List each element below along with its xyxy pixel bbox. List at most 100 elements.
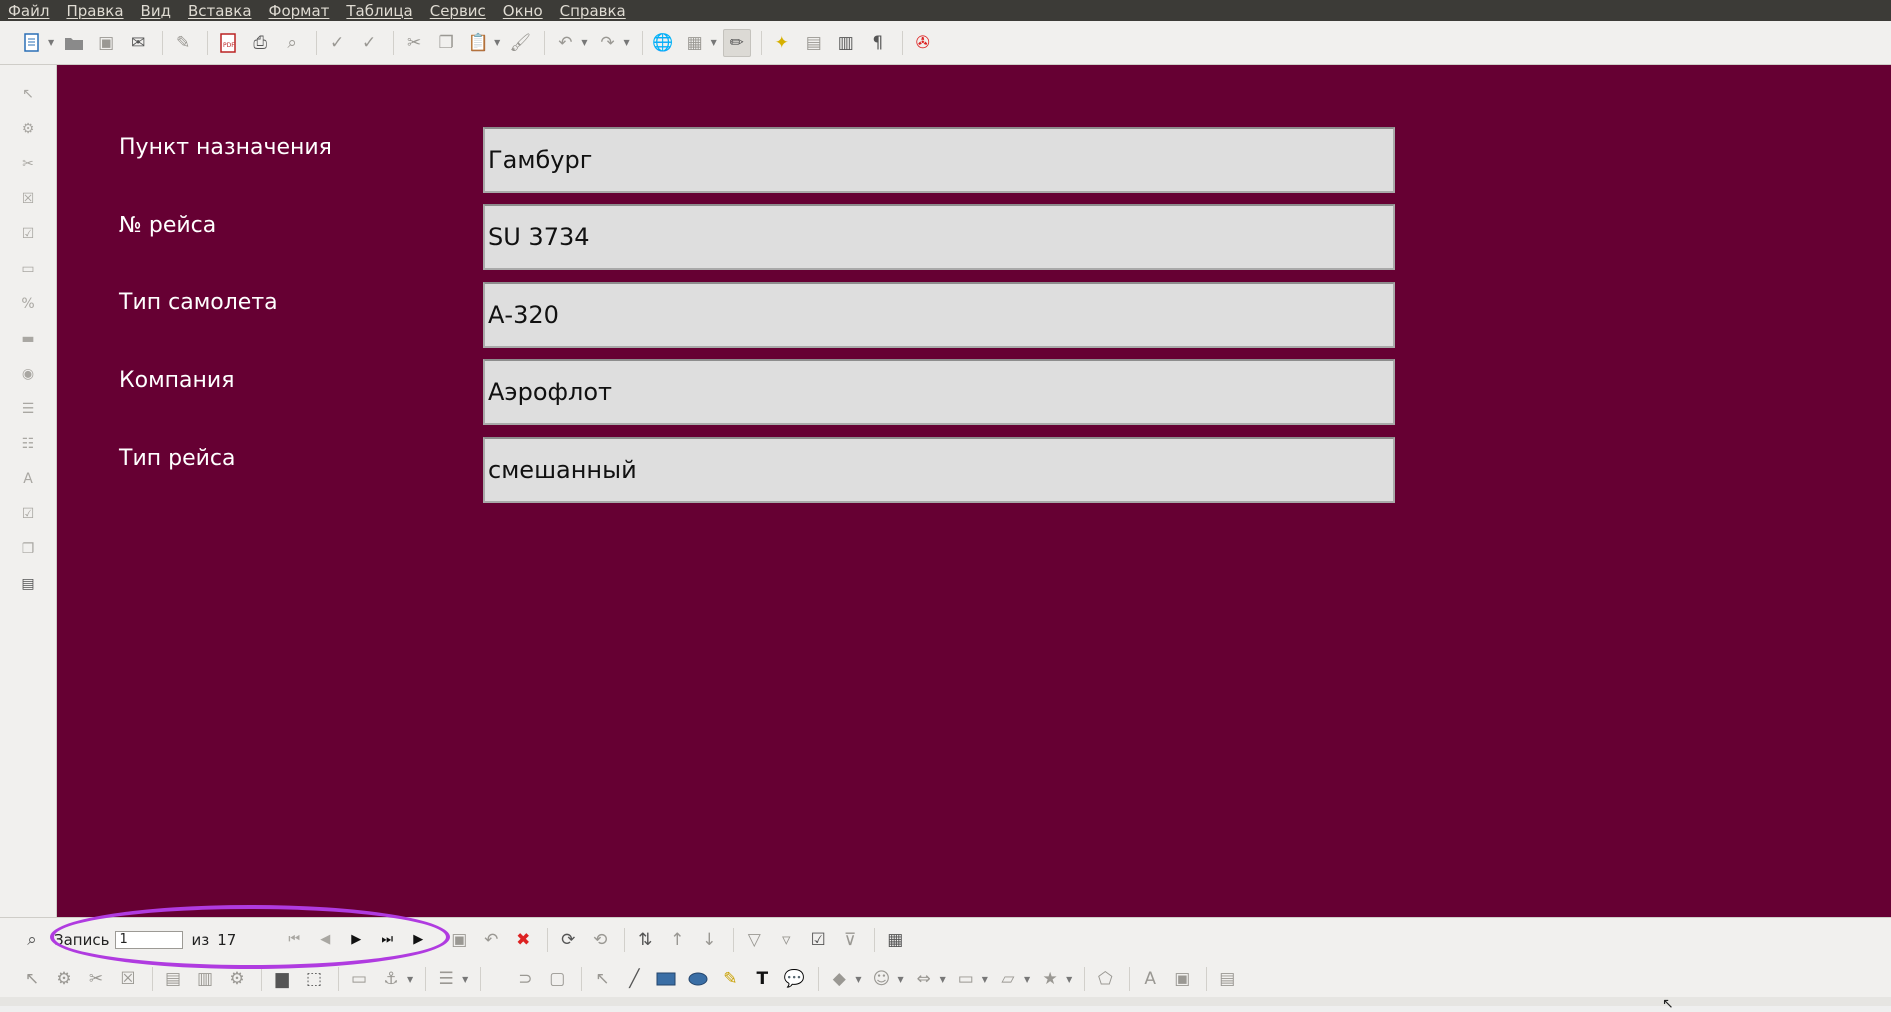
apply-filter-icon[interactable]: ▿ — [772, 926, 800, 954]
anchor-icon[interactable]: ⚓ — [377, 965, 405, 993]
ellipse-icon[interactable] — [684, 965, 712, 993]
freeform-icon[interactable]: ✎ — [716, 965, 744, 993]
clone-icon[interactable]: 🖌 — [506, 29, 534, 57]
select-icon[interactable]: ↖ — [18, 965, 46, 993]
help-icon[interactable]: ✇ — [909, 29, 937, 57]
form-navigator-icon[interactable]: ❐ — [16, 537, 40, 561]
company-field[interactable]: Аэрофлот — [483, 359, 1395, 425]
paste-icon[interactable]: 📋 — [464, 29, 492, 57]
undo-icon[interactable]: ↶ — [551, 29, 579, 57]
form-design-icon[interactable]: ☒ — [114, 965, 142, 993]
wrap-icon[interactable]: ▤ — [159, 965, 187, 993]
toggle-extrusion-icon[interactable]: ▤ — [1213, 965, 1241, 993]
design-mode-icon[interactable]: ⚙ — [50, 965, 78, 993]
select-icon[interactable]: ↖ — [588, 965, 616, 993]
refresh-icon[interactable]: ⟳ — [554, 926, 582, 954]
listbox-icon[interactable]: ☰ — [16, 397, 40, 421]
form-navigator-icon[interactable]: ⌕ — [18, 926, 46, 954]
autofilter-icon[interactable]: ▽ — [740, 926, 768, 954]
edit-icon[interactable]: ✎ — [169, 29, 197, 57]
wrap-page-icon[interactable]: ▥ — [191, 965, 219, 993]
chevron-down-icon[interactable]: ▼ — [897, 975, 903, 984]
preview-icon[interactable]: ⌕ — [278, 29, 306, 57]
formatting-marks-icon[interactable]: ¶ — [864, 29, 892, 57]
chevron-down-icon[interactable]: ▼ — [711, 38, 717, 47]
sort-icon[interactable]: ⇅ — [631, 926, 659, 954]
push-button-icon[interactable]: ▬ — [16, 327, 40, 351]
flight-number-field[interactable]: SU 3734 — [483, 204, 1395, 270]
pdf-icon[interactable]: PDF — [214, 29, 242, 57]
chevron-down-icon[interactable]: ▼ — [494, 38, 500, 47]
sort-ascending-icon[interactable]: ↑ — [663, 926, 691, 954]
navigator-icon[interactable]: ✦ — [768, 29, 796, 57]
stars-icon[interactable]: ★ — [1036, 965, 1064, 993]
menu-file[interactable]: Файл — [8, 2, 49, 20]
aircraft-type-field[interactable]: А-320 — [483, 282, 1395, 348]
textbox-icon[interactable]: ▭ — [16, 257, 40, 281]
rectangle-icon[interactable] — [652, 965, 680, 993]
last-record-icon[interactable]: ⏭ — [374, 927, 400, 953]
menu-help[interactable]: Справка — [560, 2, 626, 20]
combobox-icon[interactable]: ☷ — [16, 432, 40, 456]
align-icon[interactable]: ☰ — [432, 965, 460, 993]
undo-record-icon[interactable]: ↶ — [477, 926, 505, 954]
redo-icon[interactable]: ↷ — [593, 29, 621, 57]
ungroup-icon[interactable]: ▢ — [543, 965, 571, 993]
basic-shapes-icon[interactable]: ◆ — [825, 965, 853, 993]
checkbox-icon[interactable]: ☑ — [16, 222, 40, 246]
print-icon[interactable]: ⎙ — [246, 29, 274, 57]
flowchart-icon[interactable]: ▭ — [952, 965, 980, 993]
frame-icon[interactable]: ▆ — [268, 965, 296, 993]
chevron-down-icon[interactable]: ▼ — [623, 38, 629, 47]
line-icon[interactable]: ╱ — [620, 965, 648, 993]
menu-format[interactable]: Формат — [269, 2, 330, 20]
spellcheck-icon[interactable]: ✓ — [323, 29, 351, 57]
menu-window[interactable]: Окно — [503, 2, 543, 20]
table-icon[interactable]: ▦ — [681, 29, 709, 57]
flight-type-field[interactable]: смешанный — [483, 437, 1395, 503]
chevron-down-icon[interactable]: ▼ — [407, 975, 413, 984]
next-record-icon[interactable]: ▶ — [343, 927, 369, 953]
control-wizards-icon[interactable]: ✂ — [16, 152, 40, 176]
sort-descending-icon[interactable]: ↓ — [695, 926, 723, 954]
menu-view[interactable]: Вид — [141, 2, 171, 20]
datasources-icon[interactable]: ▥ — [832, 29, 860, 57]
menu-tools[interactable]: Сервис — [430, 2, 486, 20]
chevron-down-icon[interactable]: ▼ — [855, 975, 861, 984]
control-wizards-icon[interactable]: ✂ — [82, 965, 110, 993]
datasource-as-table-icon[interactable]: ▦ — [881, 926, 909, 954]
form-filter-icon[interactable]: ☑ — [804, 926, 832, 954]
refresh-control-icon[interactable]: ⟲ — [586, 926, 614, 954]
menu-table[interactable]: Таблица — [346, 2, 412, 20]
callouts-icon[interactable]: ▱ — [994, 965, 1022, 993]
wrap-through-icon[interactable]: ⚙ — [223, 965, 251, 993]
select-icon[interactable]: ↖ — [16, 82, 40, 106]
save-record-icon[interactable]: ▣ — [445, 926, 473, 954]
chevron-down-icon[interactable]: ▼ — [1024, 975, 1030, 984]
reset-filter-icon[interactable]: ⊽ — [836, 926, 864, 954]
hyperlink-icon[interactable]: 🌐 — [649, 29, 677, 57]
copy-icon[interactable]: ❐ — [432, 29, 460, 57]
delete-record-icon[interactable]: ✖ — [509, 926, 537, 954]
fontwork-icon[interactable]: A — [1136, 965, 1164, 993]
menu-edit[interactable]: Правка — [66, 2, 123, 20]
chevron-down-icon[interactable]: ▼ — [48, 38, 54, 47]
callout-icon[interactable]: 💬 — [780, 965, 808, 993]
block-arrows-icon[interactable]: ⇔ — [910, 965, 938, 993]
points-icon[interactable]: ⬠ — [1091, 965, 1119, 993]
bring-forward-icon[interactable]: ▭ — [345, 965, 373, 993]
chevron-down-icon[interactable]: ▼ — [581, 38, 587, 47]
group-icon[interactable]: ⊃ — [511, 965, 539, 993]
text-icon[interactable]: T — [748, 965, 776, 993]
autospell-icon[interactable]: ✓ — [355, 29, 383, 57]
gallery-icon[interactable]: ▤ — [800, 29, 828, 57]
record-number-input[interactable]: 1 — [115, 930, 184, 949]
cut-icon[interactable]: ✂ — [400, 29, 428, 57]
formatted-field-icon[interactable]: % — [16, 292, 40, 316]
first-record-icon[interactable]: ⏮ — [281, 927, 307, 953]
form-design-mode-icon[interactable]: ▤ — [16, 572, 40, 596]
select-frame-icon[interactable]: ⬚ — [300, 965, 328, 993]
option-button-icon[interactable]: ◉ — [16, 362, 40, 386]
draw-functions-icon[interactable]: ✏ — [722, 28, 751, 57]
more-controls-icon[interactable]: ☑ — [16, 502, 40, 526]
